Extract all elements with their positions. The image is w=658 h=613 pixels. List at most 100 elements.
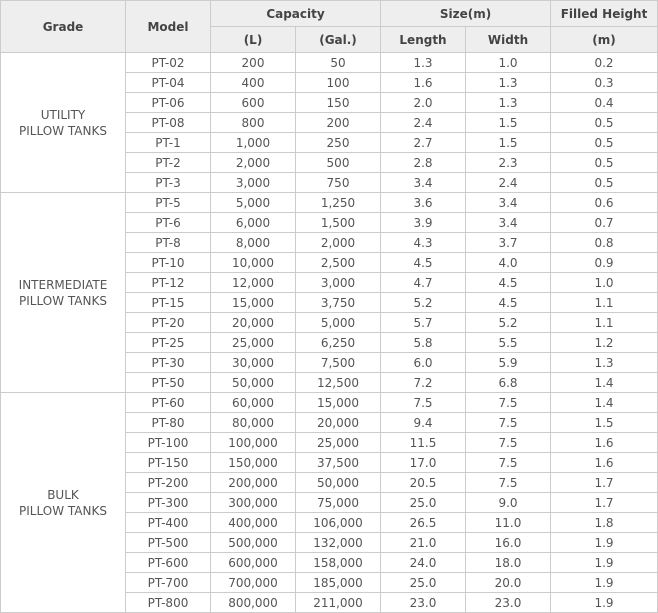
filled-height-cell: 0.7 <box>550 212 658 233</box>
length-cell: 24.0 <box>380 552 467 573</box>
capacity-gallons-cell: 2,500 <box>294 252 382 273</box>
capacity-gallons-cell: 3,750 <box>294 292 382 313</box>
table-row: INTERMEDIATE PILLOW TANKS PT-5 5,000 1,250 3.… <box>0 192 658 393</box>
width-cell: 1.5 <box>465 132 552 153</box>
filled-height-cell: 1.9 <box>550 532 658 553</box>
capacity-liters-cell: 700,000 <box>210 572 296 593</box>
model-cell: PT-500 <box>125 532 211 553</box>
capacity-liters-cell: 150,000 <box>210 452 296 473</box>
filled-height-cell: 1.2 <box>550 332 658 353</box>
filled-height-cell: 1.5 <box>550 412 658 433</box>
filled-height-cell: 0.2 <box>550 52 658 73</box>
filled-height-cell: 1.1 <box>550 292 658 313</box>
filled-height-cell: 1.7 <box>550 472 658 493</box>
capacity-gallons-cell: 6,250 <box>294 332 382 353</box>
capacity-gallons-cell: 37,500 <box>294 452 382 473</box>
capacity-liters-cell: 60,000 <box>210 392 296 413</box>
filled-height-cell: 1.4 <box>550 392 658 413</box>
capacity-liters-cell: 6,000 <box>210 212 296 233</box>
width-cell: 3.4 <box>465 192 552 213</box>
filled-height-cell: 1.3 <box>550 352 658 373</box>
header-filled-height: Filled Height <box>550 0 658 27</box>
length-cell: 3.4 <box>380 172 467 193</box>
capacity-gallons-cell: 20,000 <box>294 412 382 433</box>
capacity-gallons-cell: 75,000 <box>294 492 382 513</box>
width-cell: 5.2 <box>465 312 552 333</box>
capacity-gallons-cell: 2,000 <box>294 232 382 253</box>
grade-cell: INTERMEDIATE PILLOW TANKS <box>0 192 126 393</box>
capacity-liters-cell: 800 <box>210 112 296 133</box>
width-cell: 5.9 <box>465 352 552 373</box>
header-grade: Grade <box>0 0 126 53</box>
model-cell: PT-08 <box>125 112 211 133</box>
model-cell: PT-150 <box>125 452 211 473</box>
capacity-gallons-cell: 200 <box>294 112 382 133</box>
length-cell: 17.0 <box>380 452 467 473</box>
filled-height-cell: 1.9 <box>550 572 658 593</box>
header-meters: (m) <box>550 26 658 53</box>
capacity-liters-cell: 800,000 <box>210 592 296 613</box>
filled-height-cell: 0.5 <box>550 132 658 153</box>
width-cell: 11.0 <box>465 512 552 533</box>
capacity-gallons-cell: 12,500 <box>294 372 382 393</box>
length-cell: 3.6 <box>380 192 467 213</box>
capacity-liters-cell: 500,000 <box>210 532 296 553</box>
capacity-gallons-cell: 5,000 <box>294 312 382 333</box>
model-cell: PT-20 <box>125 312 211 333</box>
length-cell: 3.9 <box>380 212 467 233</box>
filled-height-cell: 1.9 <box>550 592 658 613</box>
length-cell: 4.5 <box>380 252 467 273</box>
capacity-gallons-cell: 132,000 <box>294 532 382 553</box>
width-cell: 7.5 <box>465 472 552 493</box>
capacity-liters-cell: 25,000 <box>210 332 296 353</box>
table-body: UTILITY PILLOW TANKS PT-02 200 50 1.3 1.0 0.2 PT… <box>0 52 658 613</box>
filled-height-cell: 0.3 <box>550 72 658 93</box>
capacity-liters-cell: 2,000 <box>210 152 296 173</box>
table-row: BULK PILLOW TANKS PT-60 60,000 15,000 7.5 7.5 1… <box>0 392 658 613</box>
width-cell: 3.4 <box>465 212 552 233</box>
capacity-liters-cell: 30,000 <box>210 352 296 373</box>
capacity-liters-cell: 3,000 <box>210 172 296 193</box>
width-cell: 18.0 <box>465 552 552 573</box>
width-cell: 7.5 <box>465 432 552 453</box>
length-cell: 11.5 <box>380 432 467 453</box>
header-liters: (L) <box>210 26 296 53</box>
header-capacity: Capacity <box>209 0 382 27</box>
width-cell: 4.5 <box>465 292 552 313</box>
capacity-liters-cell: 10,000 <box>210 252 296 273</box>
filled-height-cell: 1.6 <box>550 452 658 473</box>
capacity-liters-cell: 400 <box>210 72 296 93</box>
length-cell: 25.0 <box>380 492 467 513</box>
capacity-gallons-cell: 185,000 <box>294 572 382 593</box>
capacity-liters-cell: 80,000 <box>210 412 296 433</box>
capacity-gallons-cell: 50 <box>294 52 382 73</box>
grade-cell: BULK PILLOW TANKS <box>0 392 126 613</box>
capacity-gallons-cell: 500 <box>294 152 382 173</box>
width-cell: 16.0 <box>465 532 552 553</box>
width-cell: 1.3 <box>465 72 552 93</box>
capacity-gallons-cell: 7,500 <box>294 352 382 373</box>
filled-height-cell: 1.0 <box>550 272 658 293</box>
grade-label-line: UTILITY <box>40 107 86 122</box>
model-cell: PT-50 <box>125 372 211 393</box>
length-cell: 4.3 <box>380 232 467 253</box>
model-cell: PT-06 <box>125 92 211 113</box>
length-cell: 5.8 <box>380 332 467 353</box>
filled-height-cell: 1.1 <box>550 312 658 333</box>
capacity-liters-cell: 50,000 <box>210 372 296 393</box>
filled-height-cell: 1.7 <box>550 492 658 513</box>
filled-height-cell: 1.9 <box>550 552 658 573</box>
grade-label-line: PILLOW TANKS <box>19 123 107 138</box>
header-model: Model <box>125 0 211 53</box>
table-header: Grade Model Capacity Size(m) Filled Heig… <box>0 0 658 53</box>
length-cell: 2.0 <box>380 92 467 113</box>
length-cell: 21.0 <box>380 532 467 553</box>
filled-height-cell: 0.5 <box>550 172 658 193</box>
model-cell: PT-5 <box>125 192 211 213</box>
capacity-liters-cell: 200,000 <box>210 472 296 493</box>
capacity-liters-cell: 600,000 <box>210 552 296 573</box>
capacity-gallons-cell: 50,000 <box>294 472 382 493</box>
capacity-gallons-cell: 250 <box>294 132 382 153</box>
capacity-gallons-cell: 750 <box>294 172 382 193</box>
grade-label-line: BULK <box>47 487 79 502</box>
